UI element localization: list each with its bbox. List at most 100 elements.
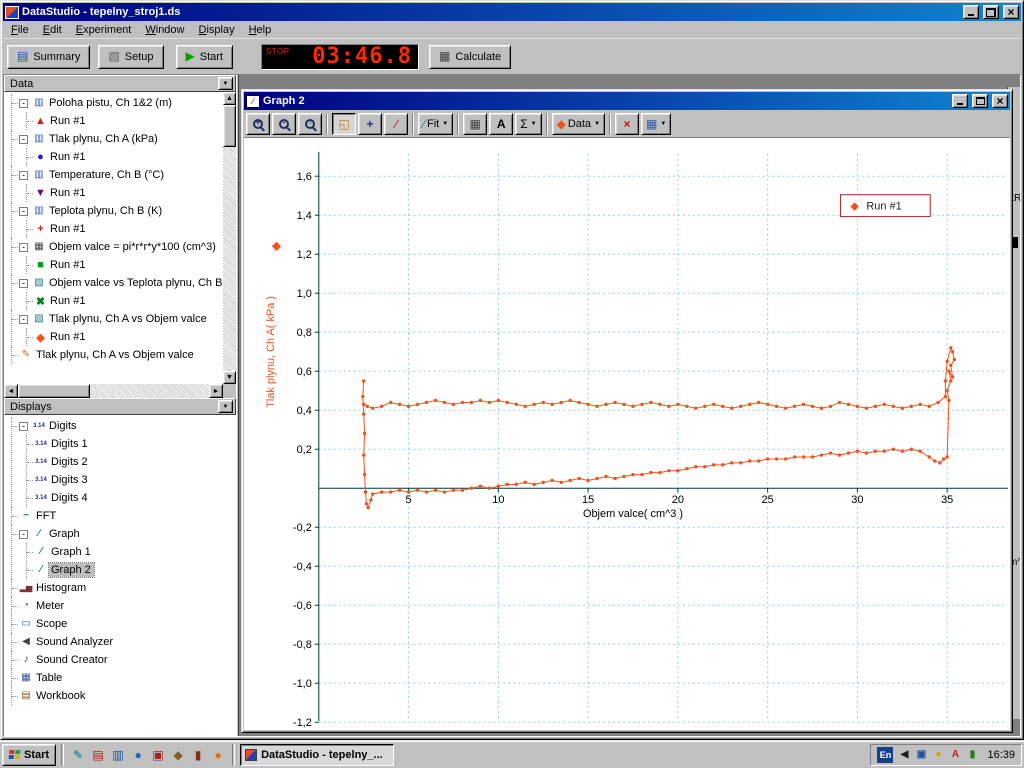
data-panel-header[interactable]: Data ▼ xyxy=(4,75,236,92)
display-item-scope[interactable]: ▭Scope xyxy=(12,615,236,633)
display-item-digits-1[interactable]: 3.14Digits 1 xyxy=(27,435,236,453)
display-item-digits-2[interactable]: 3.14Digits 2 xyxy=(27,453,236,471)
scroll-left-button[interactable]: ◄ xyxy=(4,384,18,398)
display-icon[interactable]: ▣ xyxy=(914,749,928,760)
collapse-toggle[interactable]: - xyxy=(19,279,28,288)
quick-launch-5[interactable]: ▣ xyxy=(149,746,167,764)
text-annotation-button[interactable]: A xyxy=(489,113,513,135)
statistics-button[interactable]: Σ▼ xyxy=(515,113,541,135)
scroll-right-button[interactable]: ► xyxy=(209,384,223,398)
display-item-graph-1[interactable]: ∕Graph 1 xyxy=(27,543,236,561)
menu-display[interactable]: Display xyxy=(192,22,242,38)
antivirus-icon[interactable]: A xyxy=(948,749,962,760)
start-menu-button[interactable]: Start xyxy=(2,744,56,766)
calculate-button[interactable]: ▦ Calculate xyxy=(429,45,511,69)
display-item-table[interactable]: ▦Table xyxy=(12,669,236,687)
displays-panel-header[interactable]: Displays ▼ xyxy=(4,398,236,415)
scale-to-fit-button[interactable]: ◱ xyxy=(332,113,356,135)
graph-window-title-bar[interactable]: ∕ Graph 2 × xyxy=(244,92,1010,110)
network-icon[interactable]: ▮ xyxy=(965,749,979,760)
data-source-teplota-plynu-ch-b-k[interactable]: -▥Teplota plynu, Ch B (K) xyxy=(12,202,223,220)
remove-button[interactable]: × xyxy=(615,113,639,135)
title-bar[interactable]: DataStudio - tepelny_stroj1.ds × xyxy=(3,3,1021,21)
data-source-tlak-plynu-ch-a-kpa[interactable]: -▥Tlak plynu, Ch A (kPa) xyxy=(12,130,223,148)
zoom-select-button[interactable]: ▫ xyxy=(298,113,322,135)
data-source-tlak-plynu-ch-a-vs-objem-valce[interactable]: -▧Tlak plynu, Ch A vs Objem valce xyxy=(12,310,223,328)
data-source-tlak-plynu-ch-a-vs-objem-valce[interactable]: ✎Tlak plynu, Ch A vs Objem valce xyxy=(12,346,223,364)
display-item-digits-4[interactable]: 3.14Digits 4 xyxy=(27,489,236,507)
data-source-poloha-pistu-ch-1-2-m[interactable]: -▥Poloha pistu, Ch 1&2 (m) xyxy=(12,94,223,112)
menu-experiment[interactable]: Experiment xyxy=(69,22,139,38)
restore-button[interactable] xyxy=(983,5,999,19)
hscroll-trough[interactable] xyxy=(90,384,209,398)
menu-help[interactable]: Help xyxy=(242,22,279,38)
scroll-up-button[interactable]: ▲ xyxy=(223,92,236,105)
run-item[interactable]: ■Run #1 xyxy=(27,256,223,274)
display-item-digits[interactable]: -3.14Digits xyxy=(12,417,236,435)
menu-window[interactable]: Window xyxy=(138,22,191,38)
quick-launch-7[interactable]: ▮ xyxy=(189,746,207,764)
data-tree-hscrollbar[interactable]: ◄ ► xyxy=(4,384,236,398)
quick-launch-3[interactable]: ▥ xyxy=(109,746,127,764)
display-item-meter[interactable]: ◔Meter xyxy=(12,597,236,615)
setup-button[interactable]: ▧ Setup xyxy=(98,45,163,69)
chart-legend[interactable]: ◆Run #1 xyxy=(840,195,930,217)
displays-panel-menu-button[interactable]: ▼ xyxy=(218,400,233,413)
collapse-toggle[interactable]: - xyxy=(19,99,28,108)
graph-maximize-button[interactable] xyxy=(972,94,988,108)
data-source-objem-valce-pi-r-r-y-100-cm-3[interactable]: -▦Objem valce = pi*r*r*y*100 (cm^3) xyxy=(12,238,223,256)
quick-launch-8[interactable]: ● xyxy=(209,746,227,764)
calculator-button[interactable]: ▦ xyxy=(463,113,487,135)
chart[interactable]: 1,61,41,21,00,80,60,40,2-0,2-0,4-0,6-0,8… xyxy=(244,138,1010,730)
chart-area[interactable]: 1,61,41,21,00,80,60,40,2-0,2-0,4-0,6-0,8… xyxy=(244,137,1010,730)
start-run-button[interactable]: ▶ Start xyxy=(176,45,233,69)
scroll-down-button[interactable]: ▼ xyxy=(223,371,236,384)
display-item-graph[interactable]: -∕Graph xyxy=(12,525,236,543)
hscroll-thumb[interactable] xyxy=(18,384,90,398)
slope-tool-button[interactable]: ∕ xyxy=(384,113,408,135)
y-axis-run-indicator[interactable]: ◆ xyxy=(272,238,282,252)
run-item[interactable]: ◆Run #1 xyxy=(27,328,223,346)
collapse-toggle[interactable]: - xyxy=(19,315,28,324)
collapse-toggle[interactable]: - xyxy=(19,207,28,216)
volume-icon[interactable]: ◀ xyxy=(897,749,911,760)
display-item-histogram[interactable]: ▂▅Histogram xyxy=(12,579,236,597)
display-item-workbook[interactable]: ▤Workbook xyxy=(12,687,236,705)
run-item[interactable]: ▲Run #1 xyxy=(27,112,223,130)
display-item-graph-2[interactable]: ∕Graph 2 xyxy=(27,561,236,579)
data-source-objem-valce-vs-teplota-plynu-ch-b[interactable]: -▧Objem valce vs Teplota plynu, Ch B xyxy=(12,274,223,292)
vscroll-thumb[interactable] xyxy=(223,105,236,147)
display-item-sound-creator[interactable]: ♪Sound Creator xyxy=(12,651,236,669)
summary-button[interactable]: ▤ Summary xyxy=(7,45,90,69)
close-button[interactable]: × xyxy=(1003,5,1019,19)
display-item-digits-3[interactable]: 3.14Digits 3 xyxy=(27,471,236,489)
collapse-toggle[interactable]: - xyxy=(19,171,28,180)
smart-tool-button[interactable]: + xyxy=(358,113,382,135)
fit-menu-button[interactable]: ∕Fit▼ xyxy=(418,113,453,135)
data-source-temperature-ch-b-c[interactable]: -▥Temperature, Ch B (°C) xyxy=(12,166,223,184)
graph-minimize-button[interactable] xyxy=(952,94,968,108)
language-indicator[interactable]: En xyxy=(877,747,893,763)
data-tree-vscrollbar[interactable]: ▲ ▼ xyxy=(223,92,236,384)
task-button-datastudio[interactable]: DataStudio - tepelny_... xyxy=(240,744,394,766)
run-item[interactable]: ●Run #1 xyxy=(27,148,223,166)
display-item-fft[interactable]: ~FFT xyxy=(12,507,236,525)
graph-close-button[interactable]: × xyxy=(992,94,1008,108)
quick-launch-1[interactable]: ✎ xyxy=(69,746,87,764)
minimize-button[interactable] xyxy=(963,5,979,19)
collapse-toggle[interactable]: - xyxy=(19,135,28,144)
collapse-toggle[interactable]: - xyxy=(19,243,28,252)
run-item[interactable]: +Run #1 xyxy=(27,220,223,238)
quick-launch-6[interactable]: ◆ xyxy=(169,746,187,764)
quick-launch-2[interactable]: ▤ xyxy=(89,746,107,764)
run-item[interactable]: ▼Run #1 xyxy=(27,184,223,202)
zoom-in-button[interactable]: + xyxy=(246,113,270,135)
menu-file[interactable]: File xyxy=(4,22,36,38)
run-item[interactable]: ✖Run #1 xyxy=(27,292,223,310)
menu-edit[interactable]: Edit xyxy=(36,22,69,38)
data-panel-menu-button[interactable]: ▼ xyxy=(218,77,233,90)
collapse-toggle[interactable]: - xyxy=(19,422,28,431)
data-menu-button[interactable]: ◆Data▼ xyxy=(552,113,605,135)
quick-launch-4[interactable]: ● xyxy=(129,746,147,764)
display-item-sound-analyzer[interactable]: ◀Sound Analyzer xyxy=(12,633,236,651)
